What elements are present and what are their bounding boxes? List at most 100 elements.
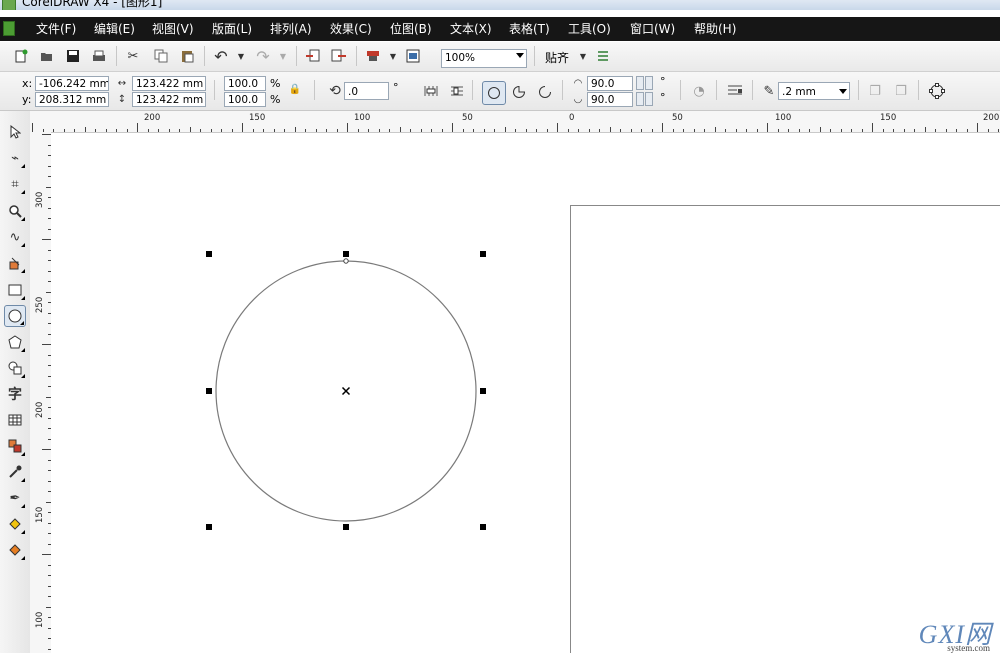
convert-to-curves-icon[interactable] — [928, 82, 946, 100]
menu-text[interactable]: 文本(X) — [450, 21, 492, 37]
menu-view[interactable]: 视图(V) — [152, 21, 194, 37]
rectangle-tool-icon[interactable] — [4, 279, 26, 301]
ruler-label: 200 — [983, 113, 1000, 123]
cut-icon[interactable]: ✂ — [124, 47, 142, 65]
ellipse-node[interactable] — [343, 258, 349, 264]
launcher-dropdown-icon[interactable]: ▼ — [384, 47, 402, 65]
selection-handle-bottom-right[interactable] — [480, 524, 486, 530]
mirror-vertical-icon[interactable] — [448, 82, 466, 100]
menu-window[interactable]: 窗口(W) — [630, 21, 675, 37]
start-angle-spinner-up[interactable] — [645, 76, 653, 90]
chevron-down-icon[interactable] — [839, 89, 847, 94]
freehand-tool-icon[interactable]: ∿ — [4, 226, 26, 248]
paste-icon[interactable] — [178, 47, 196, 65]
table-tool-icon[interactable] — [4, 409, 26, 431]
redo-icon[interactable]: ↷ — [254, 47, 272, 66]
menu-bitmaps[interactable]: 位图(B) — [390, 21, 432, 37]
interactive-blend-tool-icon[interactable] — [4, 435, 26, 457]
start-angle-spinner[interactable] — [636, 76, 644, 90]
start-angle-field[interactable]: 90.0 — [587, 76, 633, 91]
new-icon[interactable] — [12, 47, 30, 65]
pie-mode-icon[interactable] — [510, 83, 528, 101]
lock-ratio-icon[interactable]: 🔒 — [288, 82, 302, 96]
object-height-field[interactable]: 123.422 mm — [132, 92, 206, 107]
menu-arrange[interactable]: 排列(A) — [270, 21, 312, 37]
redo-dropdown-icon[interactable]: ▼ — [274, 47, 292, 65]
selection-handle-right[interactable] — [480, 388, 486, 394]
selection-handle-bottom-left[interactable] — [206, 524, 212, 530]
object-width-field[interactable]: 123.422 mm — [132, 76, 206, 91]
interactive-fill-tool-icon[interactable] — [4, 539, 26, 561]
scale-x-field[interactable]: 100.0 — [224, 76, 266, 91]
end-angle-spinner[interactable] — [636, 92, 644, 106]
center-marker-icon[interactable] — [341, 386, 351, 396]
selection-handle-top-right[interactable] — [480, 251, 486, 257]
horizontal-ruler[interactable]: 200 150 100 50 0 50 100 150 200 — [30, 111, 1000, 133]
start-degree-label: ° — [660, 75, 666, 88]
chevron-down-icon[interactable] — [516, 53, 524, 58]
print-icon[interactable] — [90, 47, 108, 65]
menu-help[interactable]: 帮助(H) — [694, 21, 736, 37]
polygon-tool-icon[interactable] — [4, 331, 26, 353]
vertical-ruler[interactable]: 300 250 200 150 100 — [30, 132, 52, 653]
menu-layout[interactable]: 版面(L) — [212, 21, 252, 37]
ellipse-tool-icon[interactable] — [4, 305, 26, 327]
selection-handle-left[interactable] — [206, 388, 212, 394]
application-launcher-icon[interactable] — [364, 47, 382, 65]
scale-y-field[interactable]: 100.0 — [224, 92, 266, 107]
mirror-horizontal-icon[interactable] — [422, 82, 440, 100]
undo-dropdown-icon[interactable]: ▼ — [232, 47, 250, 65]
document-icon[interactable] — [3, 21, 15, 36]
outline-tool-icon[interactable]: ✒ — [4, 487, 26, 509]
basic-shapes-tool-icon[interactable] — [4, 357, 26, 379]
ruler-tick — [557, 123, 558, 132]
eyedropper-tool-icon[interactable] — [4, 461, 26, 483]
y-position-field[interactable]: 208.312 mm — [35, 92, 109, 107]
menu-edit[interactable]: 编辑(E) — [94, 21, 135, 37]
ruler-tick — [273, 129, 275, 132]
arc-mode-icon[interactable] — [536, 83, 554, 101]
welcome-screen-icon[interactable] — [404, 47, 422, 65]
outline-width-combo[interactable]: .2 mm — [778, 82, 850, 100]
direction-icon[interactable]: ◔ — [690, 82, 708, 100]
export-icon[interactable] — [330, 47, 348, 65]
ruler-tick — [462, 129, 464, 132]
open-icon[interactable] — [38, 47, 56, 65]
snap-dropdown-icon[interactable]: ▼ — [574, 47, 592, 65]
ruler-tick — [42, 239, 51, 240]
shape-tool-icon[interactable]: ⌁ — [4, 147, 26, 169]
undo-icon[interactable]: ↶ — [212, 47, 230, 66]
to-back-icon[interactable]: ❐ — [892, 82, 910, 100]
import-icon[interactable] — [304, 47, 322, 65]
rotation-angle-field[interactable]: .0 — [344, 82, 389, 100]
smart-fill-tool-icon[interactable] — [4, 252, 26, 274]
copy-icon[interactable] — [152, 47, 170, 65]
menu-table[interactable]: 表格(T) — [509, 21, 550, 37]
menu-tools[interactable]: 工具(O) — [568, 21, 611, 37]
ruler-tick — [294, 127, 296, 132]
menu-file[interactable]: 文件(F) — [36, 21, 76, 37]
zoom-level-combo[interactable]: 100% — [441, 49, 527, 68]
end-angle-field[interactable]: 90.0 — [587, 92, 633, 107]
menu-effects[interactable]: 效果(C) — [330, 21, 372, 37]
text-tool-icon[interactable]: 字 — [4, 383, 26, 405]
zoom-tool-icon[interactable] — [4, 200, 26, 222]
fill-tool-icon[interactable] — [4, 513, 26, 535]
selection-handle-bottom[interactable] — [343, 524, 349, 530]
crop-tool-icon[interactable]: ⌗ — [4, 173, 26, 195]
to-front-icon[interactable]: ❐ — [866, 82, 884, 100]
ruler-tick — [767, 123, 768, 132]
ruler-tick — [483, 129, 485, 132]
selection-handle-top[interactable] — [343, 251, 349, 257]
x-position-field[interactable]: -106.242 mm — [35, 76, 109, 91]
save-icon[interactable] — [64, 47, 82, 65]
pick-tool-icon[interactable] — [4, 121, 26, 143]
options-icon[interactable] — [594, 47, 612, 65]
wrap-text-icon[interactable] — [726, 82, 744, 100]
drawing-canvas[interactable]: GXI网 system.com — [51, 133, 1000, 653]
ruler-tick — [284, 129, 285, 132]
end-angle-spinner-up[interactable] — [645, 92, 653, 106]
ellipse-mode-icon[interactable] — [482, 81, 506, 105]
snap-to-button[interactable]: 贴齐 — [545, 49, 569, 66]
selection-handle-top-left[interactable] — [206, 251, 212, 257]
